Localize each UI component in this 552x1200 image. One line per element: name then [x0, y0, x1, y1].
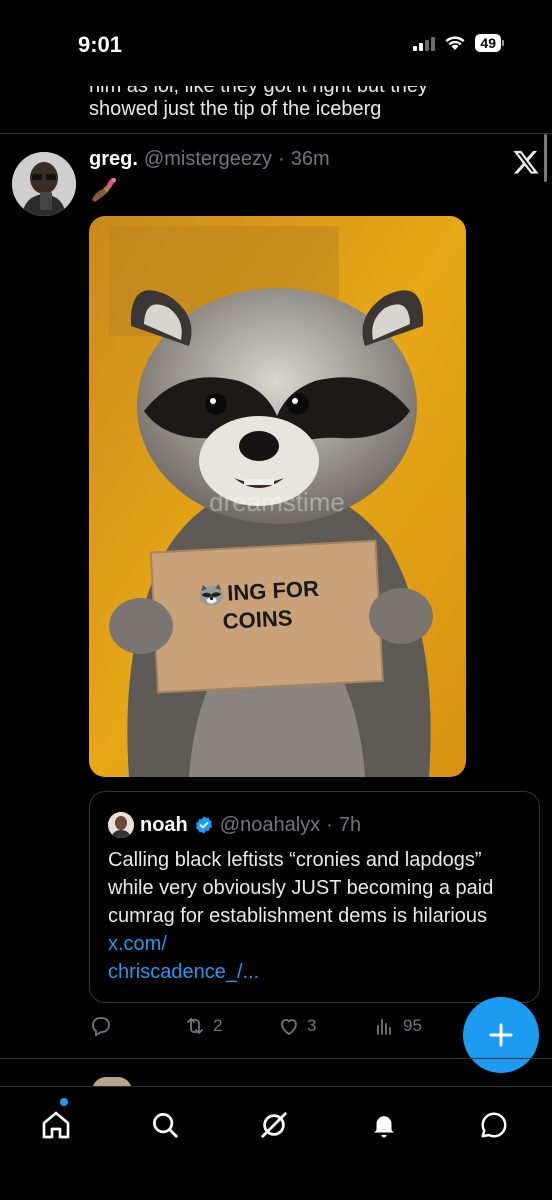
reply-icon	[92, 1017, 110, 1037]
search-icon	[153, 1113, 178, 1138]
quote-body: Calling black leftists “cronies and lapd…	[108, 849, 494, 927]
author-handle[interactable]: @mistergeezy	[144, 148, 272, 171]
cellular-signal-icon	[413, 35, 436, 51]
reply-button[interactable]	[89, 1014, 119, 1038]
author-avatar[interactable]	[12, 152, 76, 216]
repost-button[interactable]: 2	[183, 1014, 222, 1038]
watermark-text: dreamstime	[209, 487, 345, 517]
previous-tweet[interactable]: him as lol, like they got it right but t…	[0, 86, 552, 134]
battery-level: 49	[475, 34, 501, 52]
raccoon-emoji-icon	[199, 584, 224, 606]
previous-tweet-text: showed just the tip of the iceberg	[89, 98, 382, 120]
compose-button[interactable]	[463, 997, 539, 1073]
plus-icon	[489, 1023, 513, 1047]
verified-badge-icon	[195, 816, 212, 834]
tweet-header: greg. @mistergeezy · 36m	[89, 148, 330, 171]
tab-search[interactable]	[145, 1105, 185, 1145]
quote-author-name[interactable]: noah	[140, 814, 188, 837]
x-logo-icon	[513, 150, 539, 174]
tweet-time[interactable]: 36m	[291, 148, 330, 171]
tab-home[interactable]	[36, 1105, 76, 1145]
bottom-tab-bar	[0, 1086, 552, 1200]
quote-separator: ·	[326, 813, 333, 836]
tweet-actions: 2 3 95	[89, 1014, 449, 1042]
message-bubble-icon	[481, 1112, 507, 1138]
like-button[interactable]: 3	[277, 1014, 316, 1038]
quote-author-avatar[interactable]	[108, 812, 134, 838]
nail-polish-emoji-icon	[92, 178, 116, 202]
sign-line-1: ING FOR	[226, 575, 320, 606]
bell-icon	[374, 1116, 394, 1138]
quote-link[interactable]: x.com/chriscadence_/...	[108, 933, 259, 983]
wifi-icon	[445, 36, 465, 50]
author-name[interactable]: greg.	[89, 148, 138, 171]
repost-icon	[187, 1018, 203, 1034]
tab-notifications[interactable]	[364, 1105, 404, 1145]
sign-text: ING FOR COINS	[197, 575, 321, 637]
separator: ·	[278, 148, 285, 170]
quote-text: Calling black leftists “cronies and lapd…	[108, 846, 528, 986]
heart-icon	[281, 1019, 297, 1036]
quote-author-handle[interactable]: @noahalyx	[220, 814, 320, 837]
quote-time: 7h	[338, 813, 362, 836]
status-icons: 49	[413, 34, 504, 52]
view-count: 95	[403, 1016, 422, 1035]
views-icon	[377, 1019, 391, 1035]
home-unread-dot	[60, 1098, 68, 1106]
grok-icon	[261, 1112, 287, 1138]
home-icon	[42, 1111, 70, 1139]
quote-header: noah @noahalyx · 7h	[108, 812, 361, 838]
battery-icon: 49	[475, 34, 504, 52]
tab-messages[interactable]	[474, 1105, 514, 1145]
status-bar: 9:01 49	[0, 0, 552, 86]
tab-grok[interactable]	[254, 1105, 294, 1145]
scroll-indicator[interactable]	[544, 134, 547, 182]
quote-tweet[interactable]: noah @noahalyx · 7h Calling black leftis…	[89, 791, 540, 1003]
views-button[interactable]: 95	[373, 1014, 422, 1038]
tweet-media-image[interactable]: dreamstime	[89, 216, 466, 777]
tweet-divider	[0, 1058, 552, 1059]
repost-count: 2	[213, 1016, 223, 1035]
like-count: 3	[307, 1016, 317, 1035]
status-time: 9:01	[78, 32, 123, 57]
